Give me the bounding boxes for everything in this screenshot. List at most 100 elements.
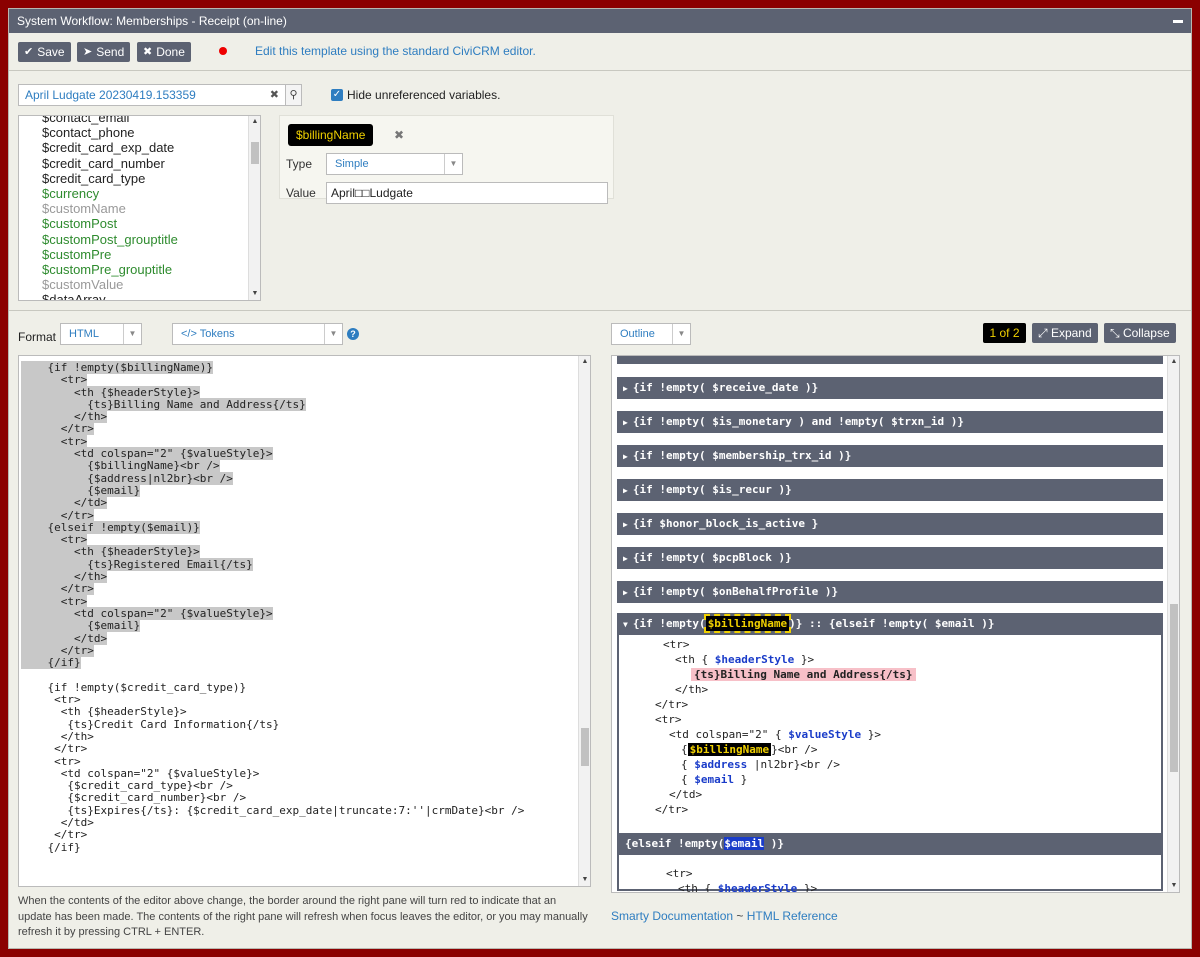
code-line-text: {$billingName}<br /> — [21, 459, 220, 473]
code-line-text: <th {$headerStyle}> — [21, 385, 200, 399]
checkbox-checked-icon[interactable]: ✓ — [331, 89, 343, 101]
outline-section-label: {if !empty( $membership_trx_id )} — [632, 449, 852, 462]
variable-list-item[interactable]: $credit_card_exp_date — [19, 140, 249, 155]
outline-section[interactable]: ▶ {if !empty( $is_monetary ) and !empty( … — [617, 411, 1163, 433]
variable-list-item[interactable]: $contact_email — [19, 116, 249, 125]
variable-list-item[interactable]: $dataArray — [19, 292, 249, 300]
variable-list-item[interactable]: $credit_card_number — [19, 156, 249, 171]
code-line: </tr> — [21, 422, 576, 436]
close-variable-icon[interactable]: ✖ — [394, 128, 404, 142]
contact-search-input[interactable]: April Ludgate 20230419.153359 ✖ — [18, 84, 286, 106]
code-line-text: {$email} — [21, 483, 141, 497]
collapse-button[interactable]: ⤡ Collapse — [1104, 323, 1176, 343]
caret-right-icon: ▶ — [623, 452, 628, 461]
chevron-down-icon: ▼ — [672, 324, 690, 344]
clear-icon[interactable]: ✖ — [270, 88, 279, 102]
code-line-text: {elseif !empty($email)} — [21, 520, 200, 534]
variable-list-item[interactable]: $customName — [19, 201, 249, 216]
outline-section[interactable]: ▶ {if !empty( $is_recur )} — [617, 479, 1163, 501]
email-var-highlight: $email — [724, 837, 765, 850]
type-select[interactable]: Simple ▼ — [326, 153, 463, 175]
scroll-down-icon[interactable]: ▼ — [1168, 880, 1179, 892]
outline-section[interactable]: ▶ {if !empty( $receive_date )} — [617, 377, 1163, 399]
search-button[interactable]: ⚲ — [285, 84, 302, 106]
variable-list-scrollbar[interactable]: ▲ ▼ — [248, 116, 260, 300]
scroll-down-icon[interactable]: ▼ — [249, 288, 260, 300]
format-select[interactable]: HTML ▼ — [60, 323, 142, 345]
check-icon: ✔ — [24, 46, 34, 58]
scroll-thumb[interactable] — [1170, 604, 1178, 772]
value-input-text: April□□Ludgate — [331, 186, 413, 200]
scroll-down-icon[interactable]: ▼ — [579, 874, 590, 886]
code-line-text: <tr> — [21, 594, 88, 608]
variable-list-item[interactable]: $customPost — [19, 216, 249, 231]
scroll-up-icon[interactable]: ▲ — [579, 356, 590, 368]
footer-links: Smarty Documentation ~ HTML Reference — [611, 909, 838, 923]
code-line-text: <tr> — [21, 434, 88, 448]
paper-plane-icon: ➤ — [83, 46, 93, 58]
format-label: Format — [18, 330, 57, 344]
caret-right-icon: ▶ — [623, 520, 628, 529]
variable-list-item[interactable]: $customPost_grouptitle — [19, 232, 249, 247]
code-line-text: <tr> — [21, 373, 88, 387]
code-line-text: {ts}Credit Card Information{/ts} — [21, 717, 280, 731]
code-line: {$email} — [21, 619, 576, 633]
outline-code-l: </tr> — [655, 803, 689, 816]
variable-list-item[interactable]: $contact_phone — [19, 125, 249, 140]
code-line-text: {ts}Billing Name and Address{/ts} — [21, 397, 306, 411]
code-line: </th> — [21, 729, 576, 743]
editor-scrollbar[interactable]: ▲ ▼ — [578, 356, 590, 886]
outline-section-label: {if !empty( $onBehalfProfile )} — [632, 585, 839, 598]
scroll-up-icon[interactable]: ▲ — [249, 116, 260, 128]
code-line: {if !empty($credit_card_type)} — [21, 681, 576, 694]
code-line-text: {$credit_card_number}<br /> — [21, 791, 247, 805]
selected-variable-tag: $billingName — [288, 124, 374, 146]
code-line: <tr> — [21, 373, 576, 387]
send-label: Send — [96, 45, 125, 59]
help-icon[interactable]: ? — [347, 328, 359, 340]
outline-section[interactable]: ▶ {if $honor_block_is_active } — [617, 513, 1163, 535]
outline-mode-select[interactable]: Outline ▼ — [611, 323, 691, 345]
code-line: </td> — [21, 631, 576, 645]
expand-button[interactable]: ⤢ Expand — [1032, 323, 1098, 343]
outline-section[interactable]: ▶ {if !empty( $membership_trx_id )} — [617, 445, 1163, 467]
close-icon: ✖ — [143, 46, 153, 58]
outline-scrollbar[interactable]: ▲ ▼ — [1167, 356, 1179, 892]
save-button[interactable]: ✔ Save — [18, 42, 71, 62]
minimize-icon[interactable] — [1173, 20, 1183, 23]
expanded-head-pre: {if !empty( — [632, 617, 706, 630]
value-label: Value — [286, 186, 316, 200]
chevron-down-icon: ▼ — [444, 154, 462, 174]
edit-standard-editor-link[interactable]: Edit this template using the standard Ci… — [255, 44, 536, 58]
outline-section-label: {if !empty( $receive_date )} — [632, 381, 819, 394]
value-input[interactable]: April□□Ludgate — [326, 182, 608, 204]
hide-unreferenced-checkbox[interactable]: ✓ Hide unreferenced variables. — [331, 88, 500, 102]
code-line-text: {$address|nl2br}<br /> — [21, 471, 233, 485]
done-button[interactable]: ✖ Done — [137, 42, 191, 62]
template-code-editor[interactable]: {if !empty($billingName)} <tr> <th {$hea… — [18, 355, 591, 887]
variable-list-item[interactable]: $currency — [19, 186, 249, 201]
outline-elseif-bar: {elseif !empty($email )} — [619, 833, 1161, 855]
send-button[interactable]: ➤ Send — [77, 42, 131, 62]
outline-code-e: </tr> — [655, 698, 689, 711]
outline-code-c: {ts}Billing Name and Address{/ts} — [691, 667, 916, 682]
outline-section[interactable]: ▶ {if !empty( $pcpBlock )} — [617, 547, 1163, 569]
code-line-text: {$email} — [21, 619, 141, 633]
variable-list-item[interactable]: $customPre — [19, 247, 249, 262]
smarty-docs-link[interactable]: Smarty Documentation — [611, 909, 733, 923]
scroll-thumb[interactable] — [581, 728, 589, 766]
variable-list-item[interactable]: $customPre_grouptitle — [19, 262, 249, 277]
outline-section[interactable]: ▶ {if !empty( $onBehalfProfile )} — [617, 581, 1163, 603]
variable-list-item[interactable]: $customValue — [19, 277, 249, 292]
scroll-up-icon[interactable]: ▲ — [1168, 356, 1179, 368]
code-line-text: <td colspan="2" {$valueStyle}> — [21, 447, 273, 461]
html-reference-link[interactable]: HTML Reference — [747, 909, 838, 923]
tokens-select[interactable]: </> Tokens ▼ — [172, 323, 343, 345]
scroll-thumb[interactable] — [251, 142, 259, 164]
code-line-text: </th> — [21, 729, 94, 743]
outline-code-a: <tr> — [663, 638, 690, 651]
caret-right-icon: ▶ — [623, 554, 628, 563]
expand-label: Expand — [1050, 326, 1092, 340]
outline-mode-value: Outline — [620, 328, 655, 340]
variable-list-item[interactable]: $credit_card_type — [19, 171, 249, 186]
